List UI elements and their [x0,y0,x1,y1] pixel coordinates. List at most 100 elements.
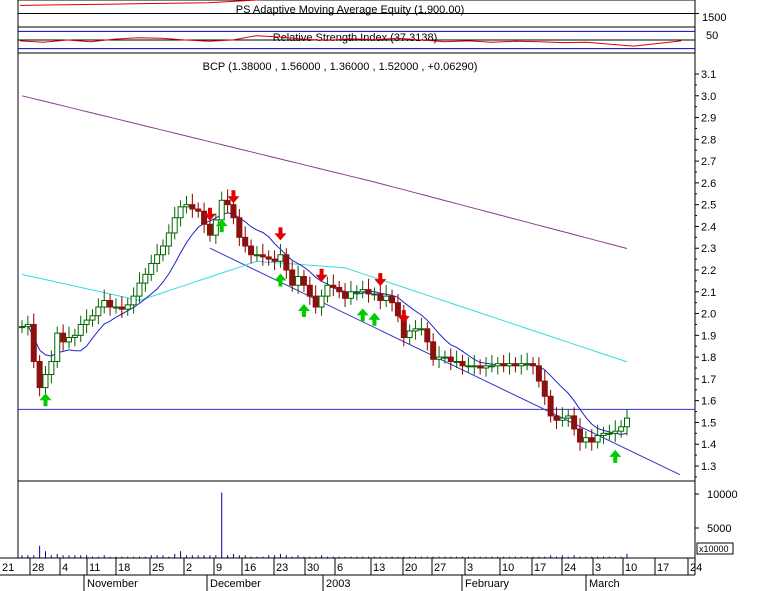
candle-body [177,206,184,219]
price-y-tick-label: 1.9 [701,330,716,342]
equity-panel-title: PS Adaptive Moving Average Equity (1,900… [236,4,465,16]
candle-body [347,291,354,299]
candle-body [42,374,49,389]
panel-frame [17,480,696,559]
candle-body [618,426,625,432]
buy-arrow [609,449,622,463]
price-y-tick-label: 1.7 [701,374,716,386]
candle-body [394,302,401,317]
candle-body [259,254,266,258]
candle-body [101,299,108,308]
candle-body [465,365,472,368]
x-tick-label: 27 [434,562,446,574]
candle-body [212,219,219,236]
candle-body [606,432,613,435]
equity-y-tick-label: 1500 [702,12,726,24]
candle-body [359,289,366,293]
x-tick-label: 3 [467,562,473,574]
x-axis: 21 28 4 11 18 25 2 9 16 23 30 6 13 20 27 3 10 17 24 3 10 17 24… [0,557,702,591]
price-panel-title: BCP (1.38000 , 1.56000 , 1.36000 , 1.520… [203,61,478,73]
candle-body [83,319,90,325]
price-y-tick-label: 2.8 [701,134,716,146]
x-tick-label: 20 [405,562,417,574]
x-tick-label: 16 [244,562,256,574]
candle-body [459,360,466,367]
candle-body [112,306,119,309]
x-tick-label: 18 [118,562,130,574]
candle-body [236,217,243,238]
candle-body [36,360,43,389]
candle-body [95,306,102,317]
x-tick-label: 10 [502,562,514,574]
candle-body [559,417,566,421]
candle-body [483,365,490,369]
candle-body [330,284,337,288]
candle-body [389,295,396,304]
candle-body [512,363,519,367]
candle-body [612,430,619,434]
candle-body [89,315,96,321]
panel-frame [17,52,696,482]
month-label: November [87,578,138,590]
candle-body [336,286,343,293]
x-tick-label: 6 [337,562,343,574]
candle-body [265,256,272,260]
short-moving-average [21,212,628,436]
candle-body [271,258,278,262]
x-tick-label: 17 [534,562,546,574]
candle-body [530,363,537,367]
candle-body [300,276,307,286]
sell-arrow [374,273,387,287]
month-label: 2003 [326,578,350,590]
candle-body [189,204,196,210]
candle-body [412,328,419,332]
candle-body [71,334,78,339]
price-y-tick-label: 1.8 [701,352,716,364]
rsi-y-tick-label: 50 [706,30,718,42]
candle-body [148,262,155,275]
sell-arrow [315,268,328,282]
price-y-tick-label: 2.7 [701,156,716,168]
price-y-tick-label: 2.3 [701,243,716,255]
candle-body [48,360,55,376]
candle-body [30,323,37,362]
candle-body [365,289,372,295]
price-y-tick-label: 2.5 [701,200,716,212]
sell-arrow [274,227,287,241]
price-y-tick-label: 3.1 [701,69,716,81]
price-y-tick-label: 1.5 [701,417,716,429]
candle-body [624,417,630,428]
candle-body [283,254,290,271]
buy-arrow [368,312,381,326]
candle-body [342,291,349,299]
candle-body [242,236,249,247]
candle-body [65,337,72,343]
long-moving-average [21,95,628,249]
candle-body [430,341,437,360]
candle-body [24,323,31,328]
price-y-tick-label: 2.6 [701,178,716,190]
candle-body [424,328,431,343]
candle-body [471,365,478,368]
x-tick-label: 24 [690,562,702,574]
volume-y-tick-label: 10000 [707,489,738,501]
rsi-panel-title: Relative Strength Index (37.3138) [273,32,438,44]
volume-y-tick-label: 5000 [707,523,731,535]
candle-body [154,254,161,264]
candle-body [324,284,331,297]
candle-body [371,293,378,296]
stock-chart: PS Adaptive Moving Average Equity (1,900… [0,0,738,591]
price-y-tick-label: 2.4 [701,221,716,233]
candle-body [477,365,484,369]
price-y-tick-label: 3.0 [701,91,716,103]
candle-body [248,245,255,256]
candle-body [441,356,448,359]
x-tick-label: 25 [152,562,164,574]
candle-body [136,282,143,297]
x-tick-label: 17 [657,562,669,574]
x-tick-label: 30 [307,562,319,574]
x-tick-label: 2 [186,562,192,574]
candle-body [518,363,525,367]
candle-body [594,435,601,443]
candle-body [488,365,495,368]
